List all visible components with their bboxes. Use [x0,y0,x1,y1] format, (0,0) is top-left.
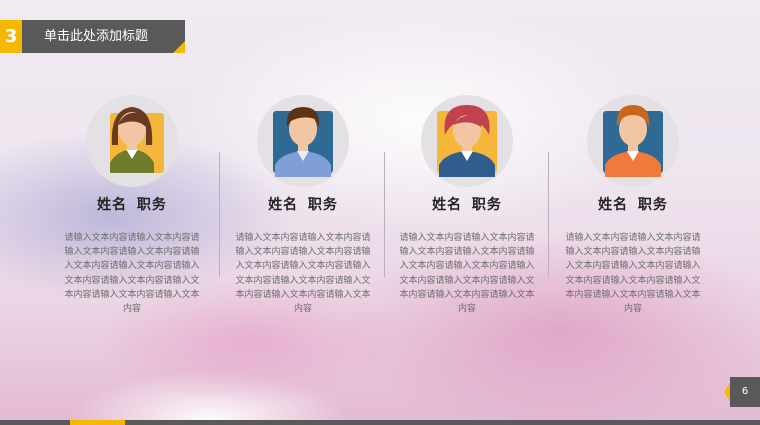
person-description: 请输入文本内容请输入文本内容请输入文本内容请输入文本内容请输入文本内容请输入文本… [235,233,371,315]
page-number-badge: 6 [724,377,760,407]
slide-title[interactable]: 单击此处添加标题 [22,20,185,53]
slide-title-text: 单击此处添加标题 [44,29,149,44]
person-name: 姓名 职务 [97,197,167,213]
person-card: 姓名 职务 请输入文本内容请输入文本内容请输入文本内容请输入文本内容请输入文本内… [558,95,708,316]
divider [219,152,220,277]
divider [548,152,549,277]
slide-header: 3 单击此处添加标题 [0,20,185,53]
person-name: 姓名 职务 [432,197,502,213]
person-description: 请输入文本内容请输入文本内容请输入文本内容请输入文本内容请输入文本内容请输入文本… [565,233,701,315]
person-card: 姓名 职务 请输入文本内容请输入文本内容请输入文本内容请输入文本内容请输入文本内… [228,95,378,316]
male-avatar-icon[interactable] [257,95,349,187]
female-avatar-icon[interactable] [421,95,513,187]
title-corner-accent [173,41,185,53]
person-name: 姓名 职务 [268,197,338,213]
person-description: 请输入文本内容请输入文本内容请输入文本内容请输入文本内容请输入文本内容请输入文本… [399,233,535,315]
section-number: 3 [0,20,22,53]
bottom-accent [70,420,125,425]
person-name: 姓名 职务 [598,197,668,213]
divider [384,152,385,277]
person-card: 姓名 职务 请输入文本内容请输入文本内容请输入文本内容请输入文本内容请输入文本内… [392,95,542,316]
person-card: 姓名 职务 请输入文本内容请输入文本内容请输入文本内容请输入文本内容请输入文本内… [57,95,207,316]
person-description: 请输入文本内容请输入文本内容请输入文本内容请输入文本内容请输入文本内容请输入文本… [64,233,200,315]
slide: 3 单击此处添加标题 姓名 职务 请输入文本内容请输入文本内容请输入文本内容请输… [0,0,760,425]
female-avatar-icon[interactable] [86,95,178,187]
page-number: 6 [730,377,760,407]
male-avatar-icon[interactable] [587,95,679,187]
